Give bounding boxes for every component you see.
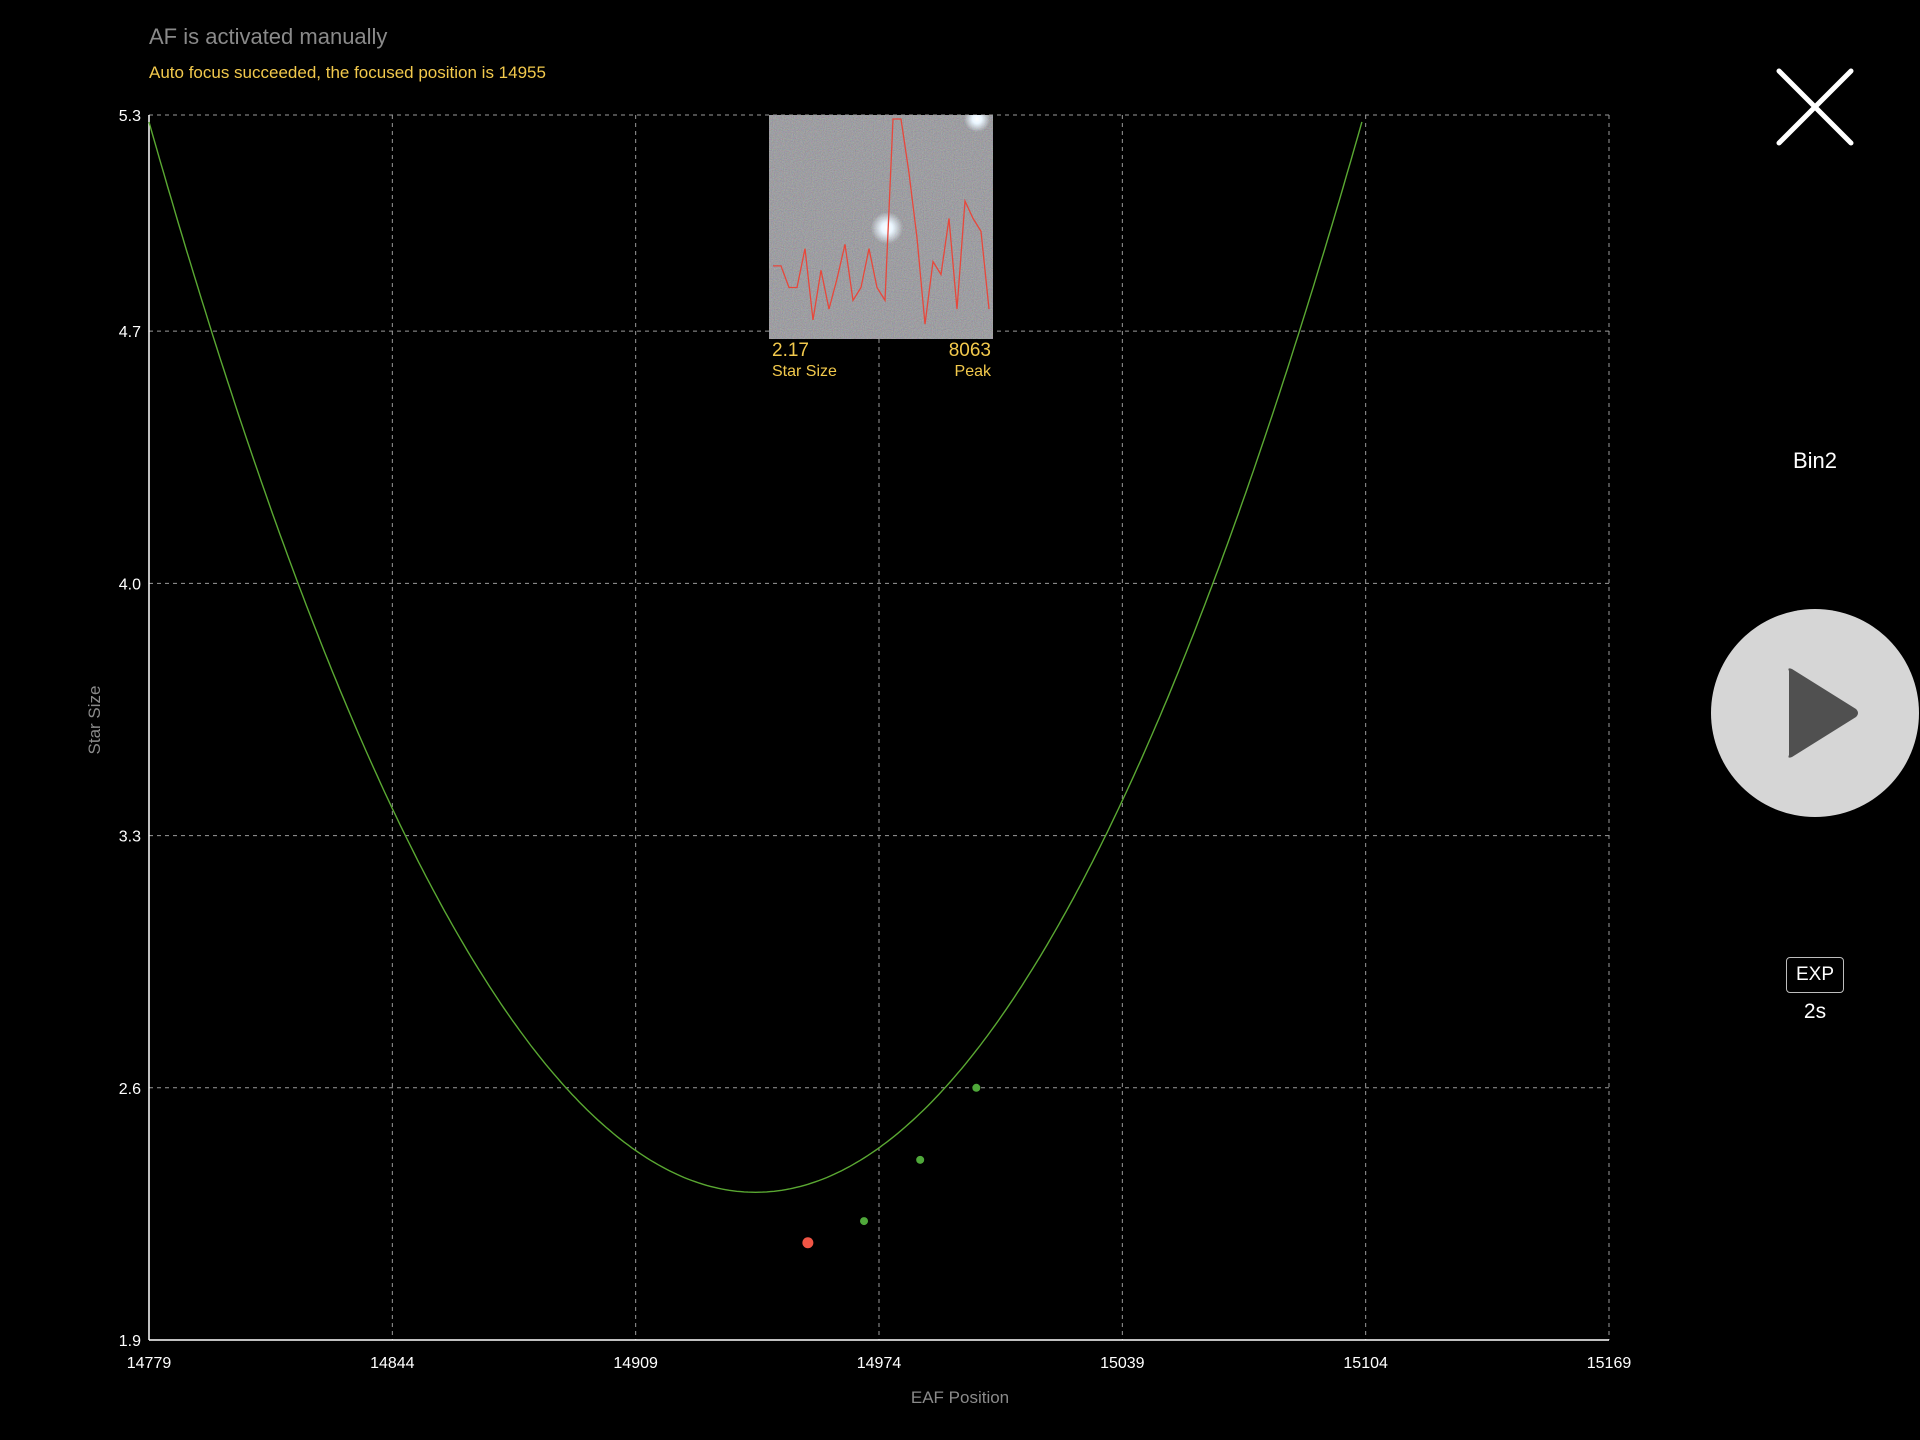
peak-value: 8063 (948, 340, 991, 361)
best-focus-point (802, 1237, 814, 1249)
y-axis-label: Star Size (85, 686, 104, 755)
star-preview-inset (769, 115, 993, 339)
x-tick-label: 14779 (127, 1355, 172, 1372)
play-icon (1788, 668, 1858, 758)
x-tick-label: 14909 (613, 1355, 658, 1372)
exposure-button[interactable]: EXP (1786, 957, 1844, 993)
data-point (972, 1083, 981, 1092)
x-tick-label: 14974 (857, 1355, 902, 1372)
x-axis-label: EAF Position (911, 1388, 1009, 1407)
focus-star (871, 212, 903, 244)
close-button[interactable] (1775, 67, 1855, 147)
y-tick-label: 1.9 (119, 1333, 141, 1350)
star-size-value: 2.17 (772, 340, 809, 361)
start-autofocus-button[interactable] (1711, 609, 1919, 817)
y-tick-label: 4.0 (119, 576, 141, 593)
y-tick-label: 5.3 (119, 108, 141, 125)
data-point (916, 1155, 925, 1164)
data-point (860, 1217, 869, 1226)
exposure-value: 2s (1803, 1000, 1827, 1023)
x-tick-label: 15104 (1343, 1355, 1388, 1372)
close-icon (1776, 68, 1854, 146)
y-tick-label: 2.6 (119, 1081, 141, 1098)
star-size-label: Star Size (772, 363, 837, 380)
peak-label: Peak (954, 363, 991, 380)
x-tick-label: 15169 (1587, 1355, 1632, 1372)
y-tick-label: 4.7 (119, 324, 141, 341)
x-tick-label: 15039 (1100, 1355, 1145, 1372)
fit-curve (148, 121, 1363, 1194)
x-tick-label: 14844 (370, 1355, 415, 1372)
y-tick-label: 3.3 (119, 829, 141, 846)
binning-button[interactable]: Bin2 (1760, 448, 1870, 474)
